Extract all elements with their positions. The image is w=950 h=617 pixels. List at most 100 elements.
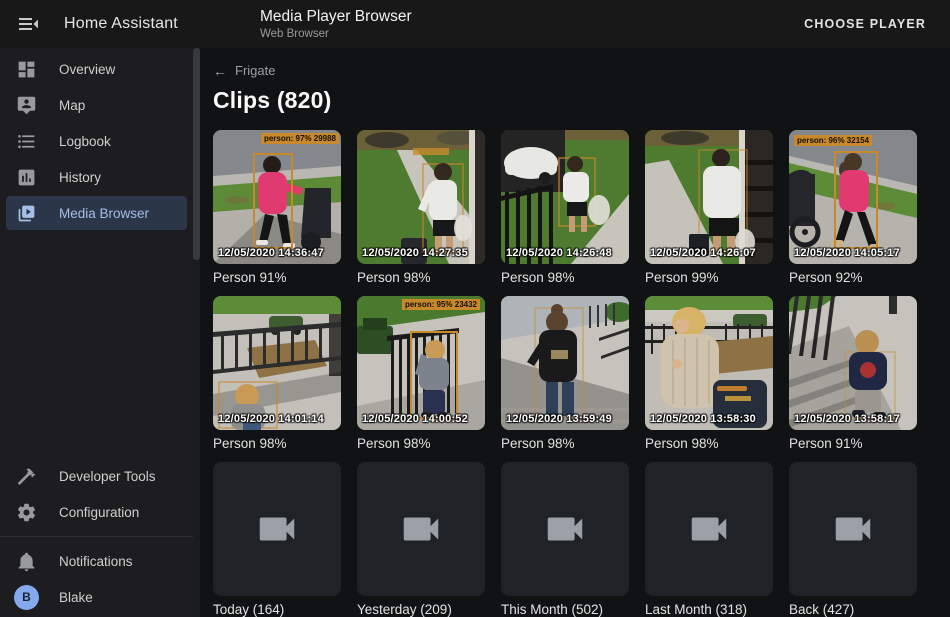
clip-caption: Person 92% — [789, 270, 917, 285]
sidebar-item-label: Notifications — [59, 554, 133, 569]
video-camera-icon — [398, 506, 444, 552]
sidebar-item-overview[interactable]: Overview — [6, 52, 187, 86]
clip-card[interactable]: 12/05/2020 14:01:14 Person 98% — [213, 296, 341, 451]
clip-caption: Person 98% — [357, 436, 485, 451]
scrollbar[interactable] — [193, 48, 200, 617]
folder-caption: This Month (502) — [501, 602, 629, 617]
bell-icon — [16, 551, 37, 572]
menu-open-icon[interactable] — [16, 12, 40, 36]
page-title: Clips (820) — [213, 87, 930, 114]
sidebar-item-label: Configuration — [59, 505, 139, 520]
clip-card[interactable]: person: 97% 29988 12/05/2020 14:36:47 Pe… — [213, 130, 341, 285]
video-camera-icon — [830, 506, 876, 552]
clip-thumbnail-image: 12/05/2020 13:59:49 — [501, 296, 629, 430]
clip-caption: Person 98% — [501, 436, 629, 451]
app-title: Home Assistant — [64, 15, 178, 33]
clip-thumbnail-image: person: 97% 29988 12/05/2020 14:36:47 — [213, 130, 341, 264]
choose-player-button[interactable]: CHOOSE PLAYER — [798, 9, 932, 39]
media-header: Media Player Browser Web Browser CHOOSE … — [193, 8, 950, 40]
clip-card[interactable]: 12/05/2020 14:26:07 Person 99% — [645, 130, 773, 285]
video-camera-icon — [542, 506, 588, 552]
sidebar-header: Home Assistant — [0, 12, 193, 36]
clip-caption: Person 98% — [645, 436, 773, 451]
clip-card[interactable]: 12/05/2020 13:58:30 Person 98% — [645, 296, 773, 451]
home-assistant-app: Home Assistant Media Player Browser Web … — [0, 0, 950, 617]
clip-timestamp: 12/05/2020 13:59:49 — [506, 413, 612, 425]
map-account-icon — [16, 95, 37, 116]
sidebar-item-developer-tools[interactable]: Developer Tools — [6, 459, 187, 493]
clip-timestamp: 12/05/2020 14:36:47 — [218, 247, 324, 259]
folder-caption: Last Month (318) — [645, 602, 773, 617]
sidebar-item-history[interactable]: History — [6, 160, 187, 194]
sidebar-item-notifications[interactable]: Notifications — [6, 544, 187, 578]
clip-card[interactable]: person: 95% 23432 12/05/2020 14:00:52 Pe… — [357, 296, 485, 451]
folder-card-this-month[interactable]: This Month (502) — [501, 462, 629, 617]
folder-thumbnail — [357, 462, 485, 596]
clip-timestamp: 12/05/2020 14:26:48 — [506, 247, 612, 259]
sidebar-divider — [0, 536, 193, 537]
sidebar-item-user[interactable]: B Blake — [6, 580, 187, 614]
clip-timestamp: 12/05/2020 14:27:35 — [362, 247, 468, 259]
page-header-title: Media Player Browser — [260, 8, 412, 26]
sidebar-item-label: Developer Tools — [59, 469, 156, 484]
folder-caption: Today (164) — [213, 602, 341, 617]
clip-thumbnail-image: person: 96% 32154 12/05/2020 14:05:17 — [789, 130, 917, 264]
back-arrow-icon: ← — [213, 64, 227, 78]
folder-thumbnail — [645, 462, 773, 596]
folder-thumbnail — [501, 462, 629, 596]
clip-caption: Person 98% — [357, 270, 485, 285]
folder-card-yesterday[interactable]: Yesterday (209) — [357, 462, 485, 617]
clip-card[interactable]: 12/05/2020 13:59:49 Person 98% — [501, 296, 629, 451]
sidebar-item-label: Overview — [59, 62, 115, 77]
detection-label: person: 97% 29988 — [261, 133, 339, 144]
folder-card-today[interactable]: Today (164) — [213, 462, 341, 617]
clip-timestamp: 12/05/2020 14:26:07 — [650, 247, 756, 259]
dashboard-icon — [16, 59, 37, 80]
detection-label: person: 95% 23432 — [402, 299, 480, 310]
clip-thumbnail-image: 12/05/2020 14:01:14 — [213, 296, 341, 430]
clip-card[interactable]: 12/05/2020 14:26:48 Person 98% — [501, 130, 629, 285]
sidebar-item-label: Media Browser — [59, 206, 149, 221]
sidebar-item-label: History — [59, 170, 101, 185]
folder-caption: Back (427) — [789, 602, 917, 617]
clip-timestamp: 12/05/2020 13:58:17 — [794, 413, 900, 425]
main-content: ← Frigate Clips (820) — [193, 48, 950, 617]
sidebar: Overview Map Logbook History Media Brows… — [0, 48, 193, 617]
clip-thumbnail-image: 12/05/2020 14:26:48 — [501, 130, 629, 264]
sidebar-item-configuration[interactable]: Configuration — [6, 495, 187, 529]
user-name: Blake — [59, 590, 93, 605]
video-camera-icon — [686, 506, 732, 552]
clip-card[interactable]: 12/05/2020 14:27:35 Person 98% — [357, 130, 485, 285]
clip-caption: Person 91% — [213, 270, 341, 285]
sidebar-item-logbook[interactable]: Logbook — [6, 124, 187, 158]
video-camera-icon — [254, 506, 300, 552]
clip-card[interactable]: 12/05/2020 13:58:17 Person 91% — [789, 296, 917, 451]
clip-timestamp: 12/05/2020 14:00:52 — [362, 413, 468, 425]
folder-card-last-month[interactable]: Last Month (318) — [645, 462, 773, 617]
folder-card-back[interactable]: Back (427) — [789, 462, 917, 617]
scrollbar-thumb[interactable] — [193, 48, 200, 260]
sidebar-item-media-browser[interactable]: Media Browser — [6, 196, 187, 230]
clip-caption: Person 99% — [645, 270, 773, 285]
clip-thumbnail-image: 12/05/2020 13:58:17 — [789, 296, 917, 430]
play-box-multiple-icon — [16, 203, 37, 224]
clip-thumbnail-image: person: 95% 23432 12/05/2020 14:00:52 — [357, 296, 485, 430]
clip-caption: Person 98% — [213, 436, 341, 451]
detection-label: person: 96% 32154 — [794, 135, 872, 146]
hammer-icon — [16, 466, 37, 487]
sidebar-item-map[interactable]: Map — [6, 88, 187, 122]
clip-thumbnail-image: 12/05/2020 13:58:30 — [645, 296, 773, 430]
list-icon — [16, 131, 37, 152]
chart-box-icon — [16, 167, 37, 188]
clip-timestamp: 12/05/2020 13:58:30 — [650, 413, 756, 425]
avatar: B — [14, 585, 39, 610]
clip-caption: Person 98% — [501, 270, 629, 285]
sidebar-item-label: Map — [59, 98, 85, 113]
header-titles: Media Player Browser Web Browser — [260, 8, 412, 40]
clip-timestamp: 12/05/2020 14:01:14 — [218, 413, 324, 425]
clips-grid: person: 97% 29988 12/05/2020 14:36:47 Pe… — [213, 130, 930, 617]
clip-thumbnail-image: 12/05/2020 14:26:07 — [645, 130, 773, 264]
clip-card[interactable]: person: 96% 32154 12/05/2020 14:05:17 Pe… — [789, 130, 917, 285]
back-link-frigate[interactable]: ← Frigate — [213, 63, 275, 78]
clip-caption: Person 91% — [789, 436, 917, 451]
